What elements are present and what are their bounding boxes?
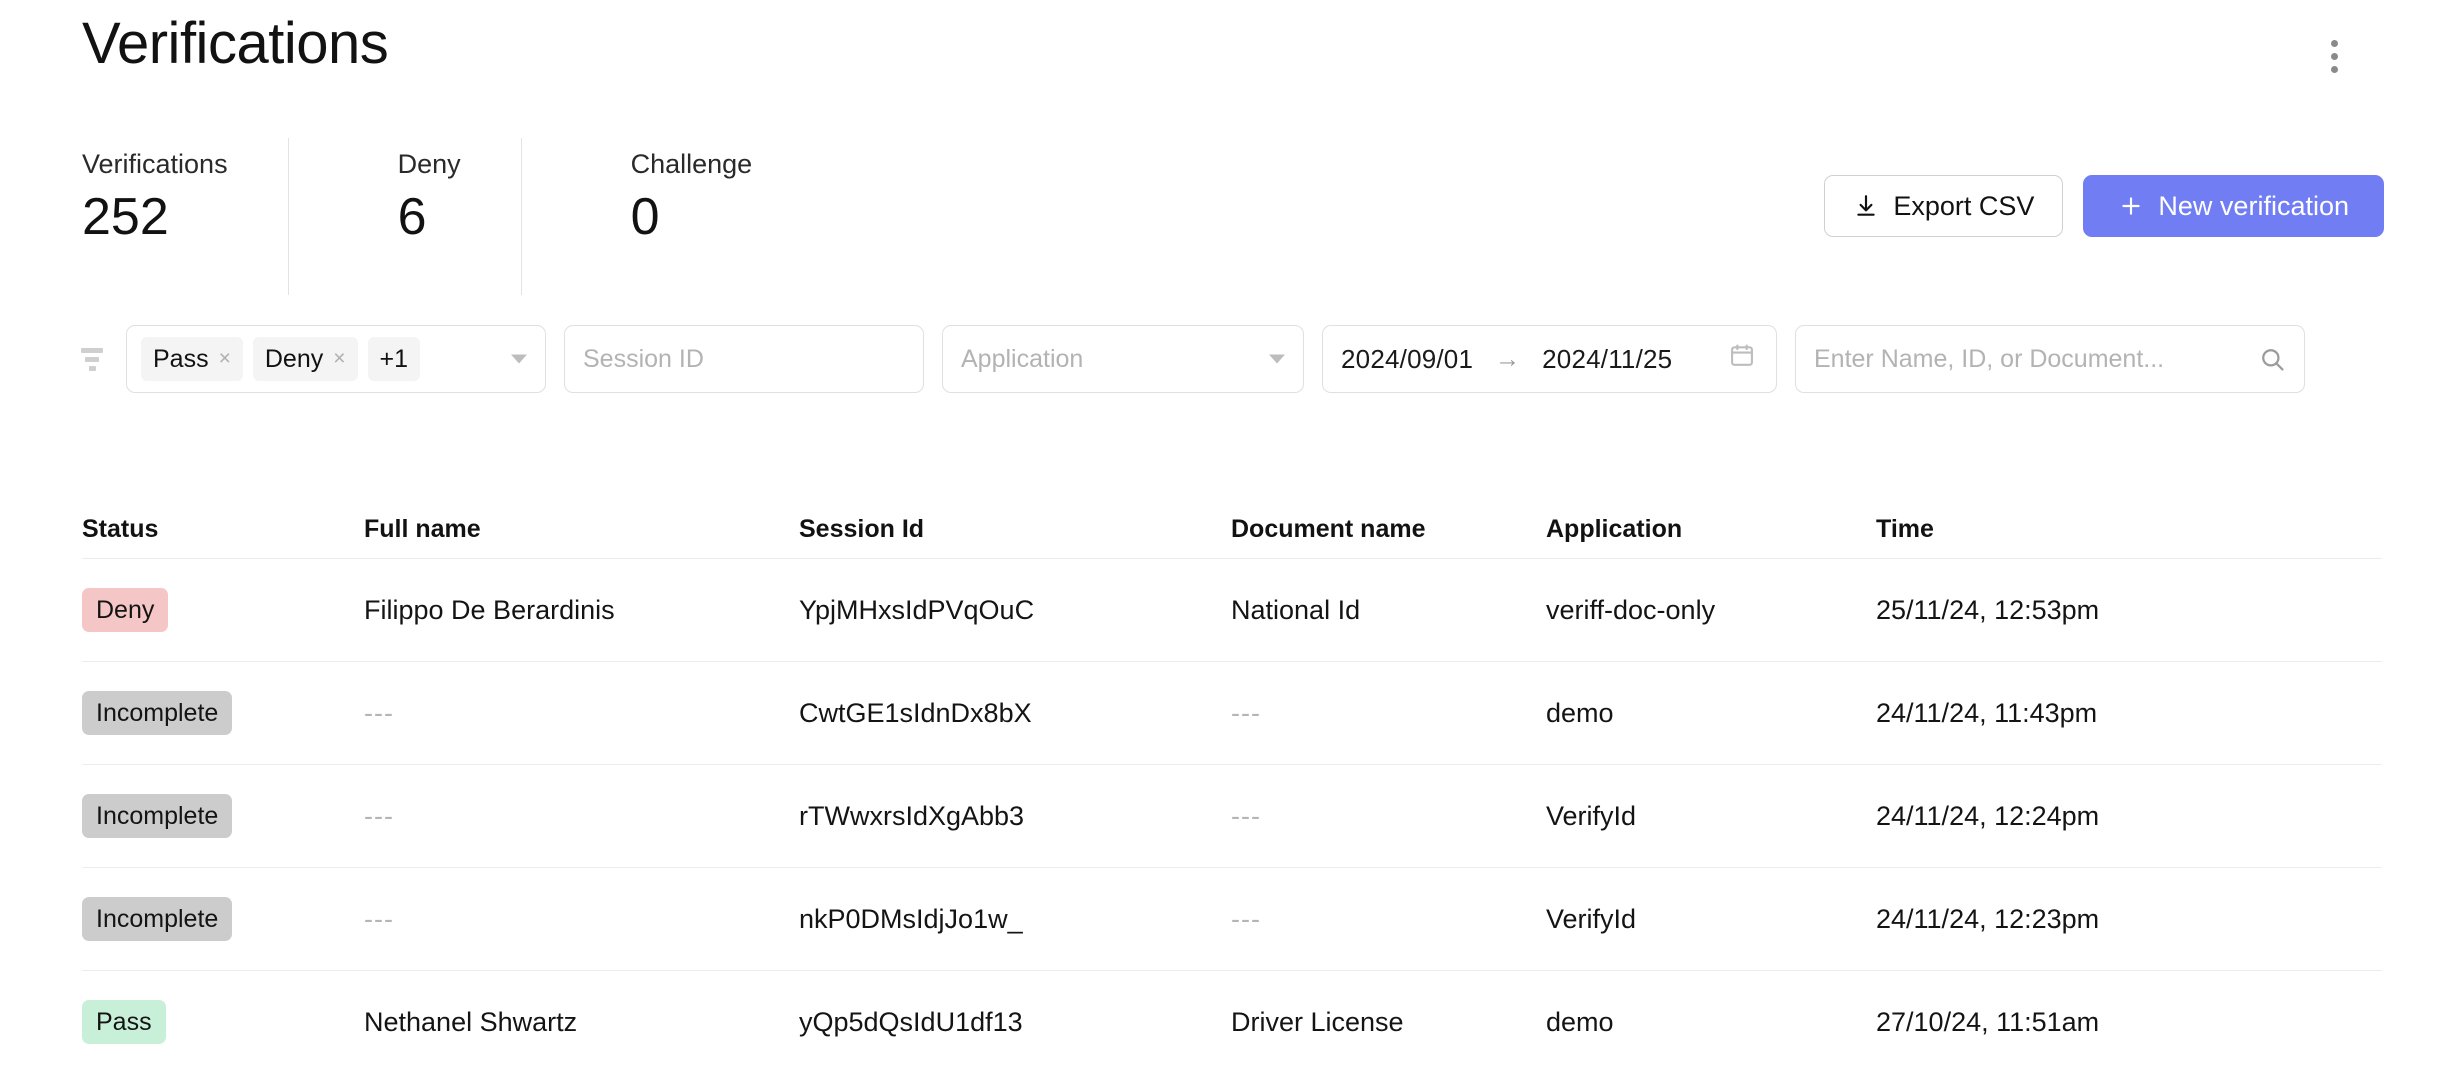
stat-value: 6 (398, 190, 461, 245)
document-name-cell: Driver License (1231, 1007, 1546, 1038)
status-cell: Incomplete (82, 897, 364, 941)
verifications-page: Verifications Verifications 252 Deny 6 C… (0, 0, 2446, 1068)
status-tag-label: Deny (265, 345, 323, 374)
date-range-picker[interactable]: 2024/09/01 → 2024/11/25 (1322, 325, 1777, 393)
session-id-cell: yQp5dQsIdU1df13 (799, 1007, 1231, 1038)
application-cell: veriff-doc-only (1546, 595, 1876, 626)
stats-summary: Verifications 252 Deny 6 Challenge 0 (82, 148, 812, 245)
kebab-menu-icon[interactable] (2321, 34, 2347, 78)
column-header-session-id[interactable]: Session Id (799, 515, 1231, 544)
funnel-bar (81, 348, 103, 353)
full-name-cell: --- (364, 698, 799, 729)
funnel-bar (89, 366, 96, 371)
search-placeholder: Enter Name, ID, or Document... (1814, 345, 2164, 374)
search-icon[interactable] (2258, 345, 2286, 373)
funnel-bar (85, 357, 99, 362)
session-id-cell: YpjMHxsIdPVqOuC (799, 595, 1231, 626)
chevron-down-icon[interactable] (1269, 355, 1285, 364)
calendar-icon[interactable] (1728, 342, 1756, 377)
column-header-status[interactable]: Status (82, 515, 364, 544)
status-tag-label: Pass (153, 345, 209, 374)
filter-funnel-icon[interactable] (78, 345, 106, 373)
full-name-cell: Filippo De Berardinis (364, 595, 799, 626)
column-header-application[interactable]: Application (1546, 515, 1876, 544)
table-row[interactable]: Incomplete --- CwtGE1sIdnDx8bX --- demo … (82, 661, 2382, 764)
status-tag-overflow[interactable]: +1 (368, 337, 421, 381)
time-cell: 24/11/24, 12:24pm (1876, 801, 2276, 832)
document-name-cell: --- (1231, 698, 1546, 729)
status-badge: Pass (82, 1000, 166, 1044)
session-id-cell: rTWwxrsIdXgAbb3 (799, 801, 1231, 832)
application-cell: demo (1546, 1007, 1876, 1038)
status-cell: Incomplete (82, 794, 364, 838)
download-icon (1853, 193, 1879, 219)
document-name-cell: --- (1231, 904, 1546, 935)
export-csv-label: Export CSV (1893, 191, 2034, 222)
stat-label: Challenge (631, 148, 753, 180)
verifications-table: Status Full name Session Id Document nam… (82, 500, 2382, 1068)
time-cell: 25/11/24, 12:53pm (1876, 595, 2276, 626)
stat-deny: Deny 6 (288, 148, 521, 245)
session-id-placeholder: Session ID (583, 345, 704, 374)
status-badge: Incomplete (82, 897, 232, 941)
status-tag-deny[interactable]: Deny × (253, 337, 358, 381)
time-cell: 27/10/24, 11:51am (1876, 1007, 2276, 1038)
filter-bar: Pass × Deny × +1 Session ID Application … (78, 325, 2305, 393)
remove-tag-icon[interactable]: × (333, 347, 345, 371)
table-row[interactable]: Incomplete --- nkP0DMsIdjJo1w_ --- Verif… (82, 867, 2382, 970)
status-cell: Pass (82, 1000, 364, 1044)
column-header-time[interactable]: Time (1876, 515, 2276, 544)
status-badge: Deny (82, 588, 168, 632)
export-csv-button[interactable]: Export CSV (1824, 175, 2063, 237)
kebab-dot (2331, 53, 2338, 60)
remove-tag-icon[interactable]: × (219, 347, 231, 371)
document-name-cell: --- (1231, 801, 1546, 832)
new-verification-button[interactable]: New verification (2083, 175, 2384, 237)
application-select[interactable]: Application (942, 325, 1304, 393)
document-name-cell: National Id (1231, 595, 1546, 626)
session-id-cell: CwtGE1sIdnDx8bX (799, 698, 1231, 729)
new-verification-label: New verification (2158, 191, 2349, 222)
table-header-row: Status Full name Session Id Document nam… (82, 500, 2382, 558)
time-cell: 24/11/24, 12:23pm (1876, 904, 2276, 935)
column-header-document-name[interactable]: Document name (1231, 515, 1546, 544)
table-row[interactable]: Pass Nethanel Shwartz yQp5dQsIdU1df13 Dr… (82, 970, 2382, 1068)
date-to-value[interactable]: 2024/11/25 (1542, 344, 1672, 375)
date-range-arrow-icon: → (1495, 345, 1520, 374)
stat-label: Verifications (82, 148, 228, 180)
search-input[interactable]: Enter Name, ID, or Document... (1795, 325, 2305, 393)
status-cell: Incomplete (82, 691, 364, 735)
stat-value: 0 (631, 190, 753, 245)
stat-label: Deny (398, 148, 461, 180)
application-cell: VerifyId (1546, 801, 1876, 832)
time-cell: 24/11/24, 11:43pm (1876, 698, 2276, 729)
plus-icon (2118, 193, 2144, 219)
stat-verifications: Verifications 252 (82, 148, 288, 245)
chevron-down-icon[interactable] (511, 355, 527, 364)
session-id-input[interactable]: Session ID (564, 325, 924, 393)
full-name-cell: --- (364, 904, 799, 935)
kebab-dot (2331, 66, 2338, 73)
stat-value: 252 (82, 190, 228, 245)
full-name-cell: --- (364, 801, 799, 832)
page-title: Verifications (82, 12, 388, 76)
status-cell: Deny (82, 588, 364, 632)
status-filter-select[interactable]: Pass × Deny × +1 (126, 325, 546, 393)
kebab-dot (2331, 40, 2338, 47)
column-header-full-name[interactable]: Full name (364, 515, 799, 544)
stat-challenge: Challenge 0 (521, 148, 813, 245)
table-row[interactable]: Incomplete --- rTWwxrsIdXgAbb3 --- Verif… (82, 764, 2382, 867)
application-cell: VerifyId (1546, 904, 1876, 935)
status-badge: Incomplete (82, 794, 232, 838)
date-from-value[interactable]: 2024/09/01 (1341, 344, 1473, 375)
page-actions: Export CSV New verification (1824, 175, 2384, 237)
full-name-cell: Nethanel Shwartz (364, 1007, 799, 1038)
application-cell: demo (1546, 698, 1876, 729)
status-badge: Incomplete (82, 691, 232, 735)
application-placeholder: Application (961, 345, 1083, 374)
status-tag-pass[interactable]: Pass × (141, 337, 243, 381)
session-id-cell: nkP0DMsIdjJo1w_ (799, 904, 1231, 935)
table-row[interactable]: Deny Filippo De Berardinis YpjMHxsIdPVqO… (82, 558, 2382, 661)
